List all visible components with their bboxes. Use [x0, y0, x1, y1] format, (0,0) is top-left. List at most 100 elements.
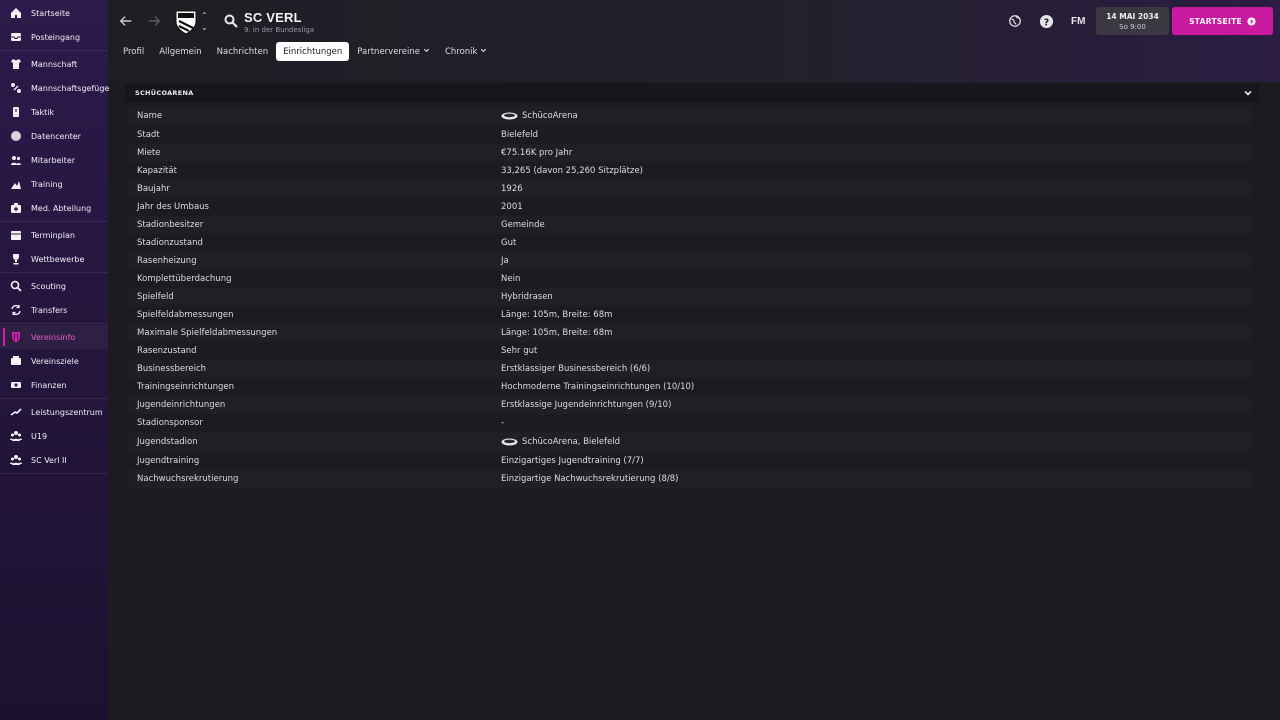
table-row: Businessbereich Erstklassiger Businessber…: [129, 360, 1251, 378]
panel-header[interactable]: SCHÜCOARENA: [125, 84, 1259, 102]
row-value-text: Erstklassiger Businessbereich (6/6): [501, 364, 651, 374]
row-label: Businessbereich: [137, 364, 207, 374]
stadium-panel: SCHÜCOARENA Name SchücoArena Stadt Bielefel…: [125, 84, 1259, 494]
table-row: Jahr des Umbaus 2001: [129, 198, 1251, 216]
row-value: Gut: [501, 238, 516, 248]
dynamics-icon: [10, 82, 22, 94]
table-row: Miete €75.16K pro Jahr: [129, 144, 1251, 162]
tab-chronik[interactable]: Chronik: [438, 42, 495, 61]
fm-logo[interactable]: FM: [1071, 16, 1085, 27]
home-icon: [10, 7, 22, 19]
row-value: Bielefeld: [501, 130, 538, 140]
row-value-text: Länge: 105m, Breite: 68m: [501, 328, 613, 338]
nav-group: Leistungszentrum U19 SC Verl II: [0, 399, 108, 474]
club-switch-arrows[interactable]: ⌃ ⌄: [201, 12, 209, 32]
row-value: Sehr gut: [501, 346, 537, 356]
sidebar-item-taktik[interactable]: Taktik: [0, 100, 108, 124]
tab-nachrichten[interactable]: Nachrichten: [210, 42, 276, 61]
sidebar-item-vereinsinfo[interactable]: Vereinsinfo: [0, 325, 108, 349]
chevron-up-icon[interactable]: ⌃: [201, 12, 209, 20]
row-label: Stadionbesitzer: [137, 220, 204, 230]
sidebar-item-label: Finanzen: [31, 380, 67, 390]
sidebar-item-datencenter[interactable]: Datencenter: [0, 124, 108, 148]
nav-group: Scouting Transfers: [0, 273, 108, 324]
row-value-text: €75.16K pro Jahr: [501, 148, 573, 158]
sidebar-item-training[interactable]: Training: [0, 172, 108, 196]
sidebar-item-scouting[interactable]: Scouting: [0, 274, 108, 298]
chevron-down-icon[interactable]: [1243, 88, 1253, 98]
sidebar: Startseite Posteingang Mannschaft Mannschaf…: [0, 0, 110, 720]
sidebar-item-mannschaftsgef-ge[interactable]: Mannschaftsgefüge: [0, 76, 110, 100]
row-value-text: Hybridrasen: [501, 292, 553, 302]
table-row: Spielfeld Hybridrasen: [129, 288, 1251, 306]
tab-allgemein[interactable]: Allgemein: [152, 42, 208, 61]
scouting-icon: [10, 280, 22, 292]
arrow-circle-icon: [1247, 16, 1256, 26]
row-value: Länge: 105m, Breite: 68m: [501, 328, 612, 338]
row-label: Trainingseinrichtungen: [137, 382, 234, 392]
current-date: 14 MAI 2034: [1106, 12, 1159, 21]
row-value[interactable]: SchücoArena: [501, 111, 578, 121]
svg-text:?: ?: [1043, 17, 1048, 28]
table-row: Rasenzustand Sehr gut: [129, 342, 1251, 360]
club-crest-icon[interactable]: [174, 9, 198, 35]
sidebar-item-finanzen[interactable]: Finanzen: [0, 373, 108, 397]
row-value[interactable]: SchücoArena, Bielefeld: [501, 437, 620, 447]
chevron-down-icon: [480, 47, 487, 56]
sidebar-item-terminplan[interactable]: Terminplan: [0, 223, 108, 247]
tab-partnervereine[interactable]: Partnervereine: [350, 42, 437, 61]
date-display[interactable]: 14 MAI 2034 So 9:00: [1096, 7, 1169, 35]
row-label: Spielfeldabmessungen: [137, 310, 234, 320]
sidebar-item-wettbewerbe[interactable]: Wettbewerbe: [0, 247, 108, 271]
medical-icon: [10, 202, 22, 214]
table-row: Baujahr 1926: [129, 180, 1251, 198]
row-value: Ja: [501, 256, 509, 266]
row-value-text: Ja: [501, 256, 509, 266]
row-value-text: SchücoArena: [522, 111, 578, 121]
tab-profil[interactable]: Profil: [116, 42, 151, 61]
sidebar-item-label: Mannschaft: [31, 59, 78, 69]
sidebar-item-startseite[interactable]: Startseite: [0, 1, 108, 25]
continue-label: STARTSEITE: [1189, 16, 1242, 26]
row-value-text: Sehr gut: [501, 346, 538, 356]
forward-arrow-icon[interactable]: [144, 11, 164, 31]
row-value-text: Hochmoderne Trainingseinrichtungen (10/1…: [501, 382, 695, 392]
sidebar-item-mannschaft[interactable]: Mannschaft: [0, 52, 108, 76]
goals-icon: [10, 355, 22, 367]
sidebar-item-label: Taktik: [31, 107, 55, 117]
tactics-icon: [10, 106, 22, 118]
sidebar-item-leistungszentrum[interactable]: Leistungszentrum: [0, 400, 108, 424]
row-label: Komplettüberdachung: [137, 274, 232, 284]
table-row: Stadionbesitzer Gemeinde: [129, 216, 1251, 234]
sidebar-item-label: Scouting: [31, 281, 66, 291]
table-row: Jugendstadion SchücoArena, Bielefeld: [129, 432, 1251, 452]
chevron-down-icon[interactable]: ⌄: [201, 24, 209, 32]
sidebar-item-posteingang[interactable]: Posteingang: [0, 25, 108, 49]
table-row: Kapazität 33,265 (davon 25,260 Sitzplätze…: [129, 162, 1251, 180]
search-icon[interactable]: [224, 13, 238, 28]
row-value-text: 1926: [501, 184, 523, 194]
row-label: Name: [137, 111, 163, 121]
sidebar-item-transfers[interactable]: Transfers: [0, 298, 108, 322]
sidebar-item-label: Terminplan: [31, 230, 75, 240]
sidebar-item-mitarbeiter[interactable]: Mitarbeiter: [0, 148, 108, 172]
league-position: 9. in der Bundesliga: [244, 26, 315, 34]
table-row: Jugendtraining Einzigartiges Jugendtraini…: [129, 452, 1251, 470]
continue-button[interactable]: STARTSEITE: [1172, 7, 1273, 35]
table-row: Stadionzustand Gut: [129, 234, 1251, 252]
back-arrow-icon[interactable]: [116, 11, 136, 31]
table-row: Stadionsponsor -: [129, 414, 1251, 432]
sidebar-item-vereinsziele[interactable]: Vereinsziele: [0, 349, 108, 373]
tab-einrichtungen[interactable]: Einrichtungen: [276, 42, 350, 61]
sidebar-item-med-abteilung[interactable]: Med. Abteilung: [0, 196, 108, 220]
sidebar-item-u19[interactable]: U19: [0, 424, 108, 448]
sidebar-item-label: Mannschaftsgefüge: [31, 83, 110, 93]
row-value: Erstklassiger Businessbereich (6/6): [501, 364, 650, 374]
row-label: Jugendeinrichtungen: [137, 400, 226, 410]
globe-icon[interactable]: [1007, 13, 1023, 29]
sidebar-item-sc-verl-ii[interactable]: SC Verl II: [0, 448, 108, 472]
row-value-text: Einzigartiges Jugendtraining (7/7): [501, 456, 644, 466]
row-value-text: Erstklassige Jugendeinrichtungen (9/10): [501, 400, 672, 410]
help-icon[interactable]: ?: [1038, 13, 1054, 29]
header-top: ⌃ ⌄ SC VERL 9. in der Bundesliga ? FM 14…: [108, 0, 1280, 42]
